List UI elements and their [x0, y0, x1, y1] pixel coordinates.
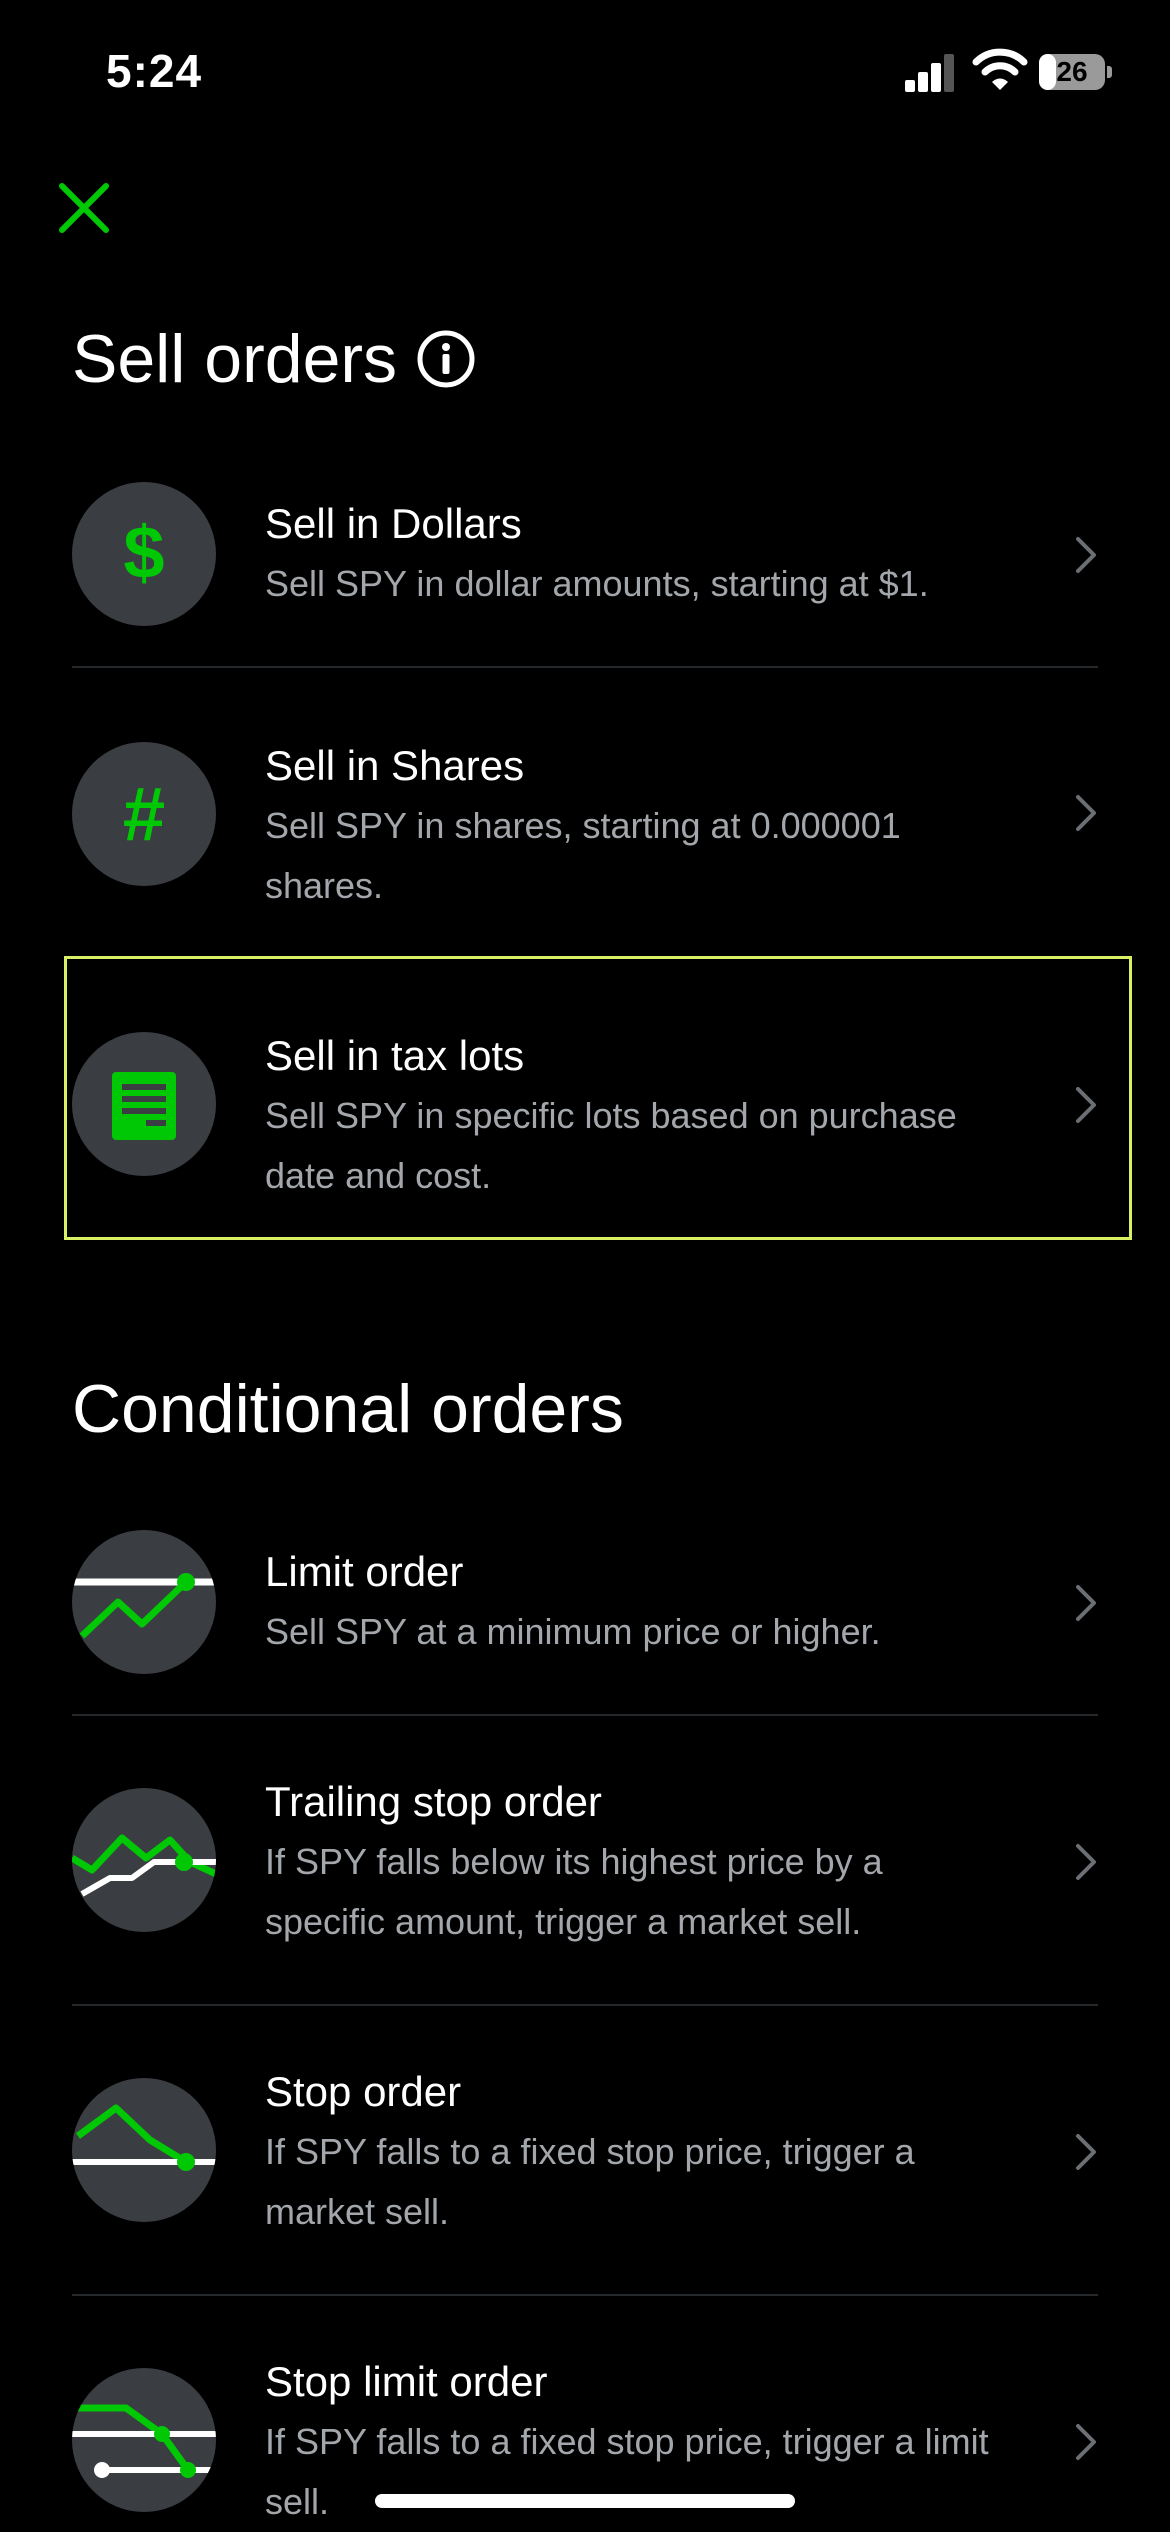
sell-orders-heading: Sell orders: [72, 320, 477, 398]
chevron-right-icon: [1076, 795, 1096, 831]
hash-icon: #: [72, 742, 216, 886]
home-indicator[interactable]: [375, 2494, 795, 2508]
svg-text:#: #: [123, 772, 165, 857]
option-title: Sell in Shares: [265, 742, 525, 789]
sell-in-tax-lots-option[interactable]: Sell in tax lots Sell SPY in specific lo…: [72, 1028, 1098, 1196]
option-description: If SPY falls to a fixed stop price, trig…: [265, 2421, 989, 2522]
wifi-icon: [972, 48, 1028, 90]
option-title: Sell in tax lots: [265, 1032, 525, 1079]
chevron-right-icon: [1076, 1844, 1096, 1880]
option-title: Trailing stop order: [265, 1778, 602, 1825]
chevron-right-icon: [1076, 2134, 1096, 2170]
info-circle-icon[interactable]: [415, 328, 477, 390]
tax-lot-document-icon: [72, 1032, 216, 1176]
stop-order-chart-icon: [72, 2078, 216, 2222]
divider: [72, 666, 1098, 668]
stop-order-option[interactable]: Stop order If SPY falls to a fixed stop …: [72, 2064, 1098, 2232]
stop-limit-chart-icon: [72, 2368, 216, 2512]
conditional-orders-title: Conditional orders: [72, 1371, 624, 1447]
option-title: Limit order: [265, 1548, 464, 1595]
sell-orders-title: Sell orders: [72, 321, 398, 397]
option-description: Sell SPY in shares, starting at 0.000001…: [265, 805, 901, 906]
sell-in-shares-option[interactable]: # Sell in Shares Sell SPY in shares, sta…: [72, 738, 1098, 906]
chevron-right-icon: [1076, 1087, 1096, 1123]
option-title: Stop limit order: [265, 2358, 548, 2405]
option-description: If SPY falls to a fixed stop price, trig…: [265, 2131, 915, 2232]
chevron-right-icon: [1076, 537, 1096, 573]
trailing-stop-order-option[interactable]: Trailing stop order If SPY falls below i…: [72, 1774, 1098, 1942]
svg-text:$: $: [123, 511, 164, 594]
sell-in-dollars-option[interactable]: $ Sell in Dollars Sell SPY in dollar amo…: [72, 482, 1098, 632]
option-description: Sell SPY at a minimum price or higher.: [265, 1611, 881, 1652]
chevron-right-icon: [1076, 1585, 1096, 1621]
battery-icon: 26: [1039, 54, 1112, 90]
cellular-signal-icon: [905, 52, 954, 92]
status-bar: 5:24 26: [0, 0, 1170, 150]
option-description: Sell SPY in specific lots based on purch…: [265, 1095, 957, 1196]
limit-order-chart-icon: [72, 1530, 216, 1674]
dollar-sign-icon: $: [72, 482, 216, 626]
divider: [72, 1714, 1098, 1716]
option-description: Sell SPY in dollar amounts, starting at …: [265, 563, 929, 604]
battery-percent: 26: [1056, 56, 1088, 87]
option-title: Stop order: [265, 2068, 462, 2115]
divider: [72, 2294, 1098, 2296]
limit-order-option[interactable]: Limit order Sell SPY at a minimum price …: [72, 1530, 1098, 1680]
close-icon[interactable]: [54, 178, 114, 238]
chevron-right-icon: [1076, 2424, 1096, 2460]
option-title: Sell in Dollars: [265, 500, 522, 547]
status-time: 5:24: [106, 45, 203, 97]
divider: [72, 2004, 1098, 2006]
option-description: If SPY falls below its highest price by …: [265, 1841, 883, 1942]
trailing-stop-chart-icon: [72, 1788, 216, 1932]
stop-limit-order-option[interactable]: Stop limit order If SPY falls to a fixed…: [72, 2354, 1098, 2522]
